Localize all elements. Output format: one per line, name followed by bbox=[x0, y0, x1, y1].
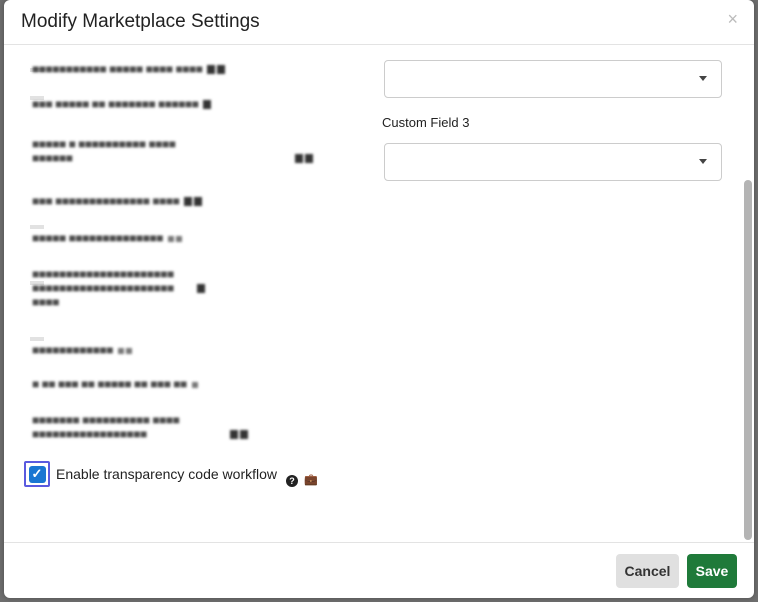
checkmark-icon: ✓ bbox=[28, 465, 46, 483]
question-circle-icon[interactable]: ? bbox=[286, 475, 298, 487]
blurred-setting-row: ■■■■■■■■■■■ ■■■■■ ■■■■ ■■■■ bbox=[32, 62, 372, 76]
close-icon[interactable]: × bbox=[727, 9, 738, 30]
marketplace-select-1[interactable] bbox=[384, 60, 722, 98]
blurred-setting-row: ■■■ ■■■■■ ■■ ■■■■■■■ ■■■■■■ bbox=[32, 97, 372, 111]
blurred-setting-row: ■■■■■■■■■■■■■■■■■■■■■ ■■■■■■■■■■■■■■■■■■■… bbox=[32, 267, 372, 309]
blurred-setting-row: ■■■■■■■■■■■■ bbox=[32, 343, 372, 357]
scrollbar-thumb[interactable] bbox=[744, 180, 752, 540]
dialog-header: Modify Marketplace Settings × bbox=[4, 0, 754, 45]
blurred-setting-row: ■■■ ■■■■■■■■■■■■■■ ■■■■ bbox=[32, 194, 372, 208]
modify-marketplace-settings-dialog: Modify Marketplace Settings × ■■■■■■■■■■… bbox=[4, 0, 754, 598]
transparency-label: Enable transparency code workflow bbox=[56, 466, 278, 482]
blurred-stub bbox=[30, 225, 44, 229]
dialog-footer: Cancel Save bbox=[4, 542, 754, 598]
cancel-button[interactable]: Cancel bbox=[616, 554, 679, 588]
caret-down-icon bbox=[699, 159, 707, 164]
blurred-setting-row: ■ ■■ ■■■ ■■ ■■■■■ ■■ ■■■ ■■ bbox=[32, 377, 372, 391]
dialog-title: Modify Marketplace Settings bbox=[21, 11, 260, 32]
blurred-setting-row: ■■■■■ ■■■■■■■■■■■■■■ bbox=[32, 231, 372, 245]
caret-down-icon bbox=[699, 76, 707, 81]
save-button[interactable]: Save bbox=[687, 554, 737, 588]
blurred-setting-row: ■■■■■■■ ■■■■■■■■■■ ■■■■ ■■■■■■■■■■■■■■■■■ bbox=[32, 413, 372, 441]
dialog-body: ■■■■■■■■■■■ ■■■■■ ■■■■ ■■■■ ■■■ ■■■■■ ■■… bbox=[4, 45, 754, 542]
blurred-setting-row: ■■■■■ ■ ■■■■■■■■■■ ■■■■ ■■■■■■ bbox=[32, 137, 372, 165]
custom-field-3-label: Custom Field 3 bbox=[382, 115, 470, 130]
briefcase-icon: 💼 bbox=[304, 474, 318, 486]
blurred-stub bbox=[30, 337, 44, 341]
custom-field-3-select[interactable] bbox=[384, 143, 722, 181]
transparency-checkbox[interactable]: ✓ bbox=[24, 461, 50, 487]
